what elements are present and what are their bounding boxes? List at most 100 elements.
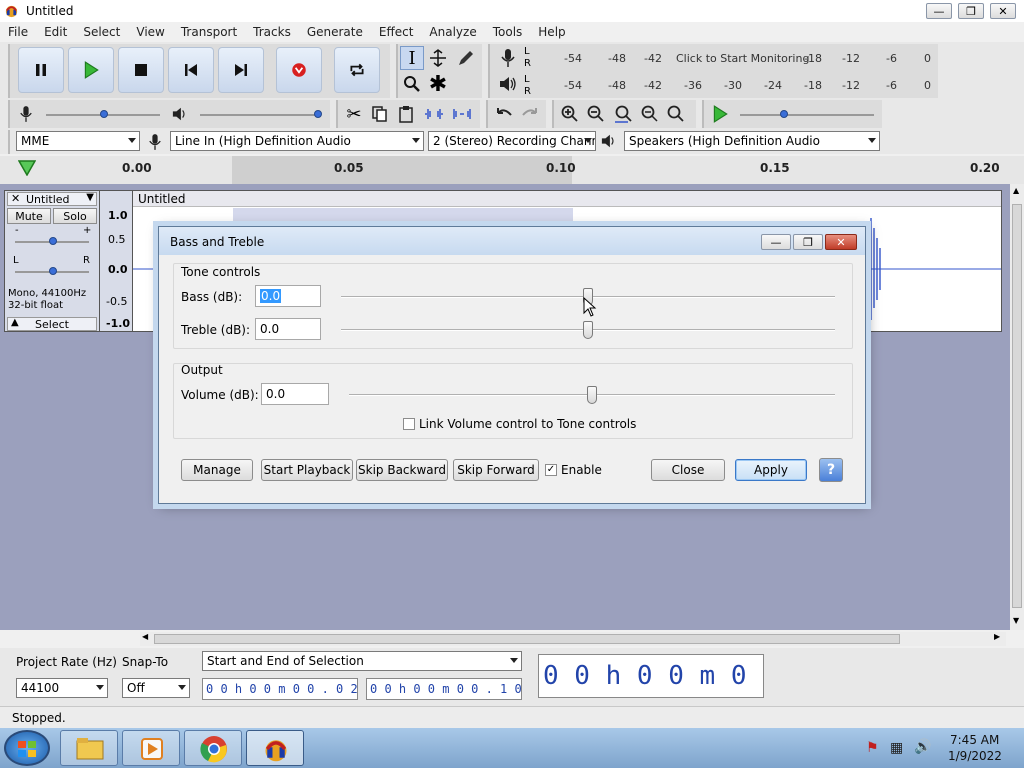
dialog-maximize-button[interactable]: ❐ — [793, 234, 823, 250]
play-at-speed-button[interactable] — [708, 102, 732, 126]
fit-selection-button[interactable] — [612, 102, 636, 126]
clock-date[interactable]: 1/9/2022 — [948, 749, 1002, 763]
menu-tracks[interactable]: Tracks — [245, 25, 299, 39]
play-button[interactable] — [68, 47, 114, 93]
close-track-icon[interactable]: ✕ — [11, 192, 20, 205]
dialog-close-text-button[interactable]: Close — [651, 459, 725, 481]
skip-backward-button[interactable]: Skip Backward — [356, 459, 448, 481]
cut-button[interactable]: ✂ — [342, 102, 366, 126]
taskbar-audacity[interactable] — [246, 730, 304, 766]
silence-button[interactable] — [450, 102, 474, 126]
play-head-icon[interactable] — [18, 160, 36, 176]
menu-select[interactable]: Select — [75, 25, 128, 39]
playback-volume-thumb[interactable] — [314, 110, 322, 118]
action-center-icon[interactable]: ⚑ — [866, 740, 879, 756]
playback-meter-button[interactable] — [496, 72, 520, 96]
record-meter[interactable]: -54 -48 -42 Click to Start Monitoring -1… — [536, 48, 936, 68]
volume-tray-icon[interactable]: 🔊 — [914, 739, 931, 755]
record-button[interactable] — [276, 47, 322, 93]
start-playback-button[interactable]: Start Playback — [261, 459, 353, 481]
dialog-minimize-button[interactable]: — — [761, 234, 791, 250]
horizontal-scroll-thumb[interactable] — [154, 634, 900, 644]
playback-volume-slider[interactable] — [200, 114, 318, 116]
menu-analyze[interactable]: Analyze — [421, 25, 484, 39]
treble-slider-thumb[interactable] — [583, 321, 593, 339]
skip-to-end-button[interactable] — [218, 47, 264, 93]
link-volume-label[interactable]: Link Volume control to Tone controls — [419, 417, 636, 431]
play-speed-slider[interactable] — [740, 114, 874, 116]
treble-input[interactable]: 0.0 — [255, 318, 321, 340]
gain-thumb[interactable] — [49, 237, 57, 245]
menu-tools[interactable]: Tools — [485, 25, 531, 39]
dialog-title-bar[interactable]: Bass and Treble — ❐ ✕ — [159, 227, 865, 255]
recording-channels-select[interactable]: 2 (Stereo) Recording Chann — [428, 131, 596, 151]
menu-effect[interactable]: Effect — [371, 25, 422, 39]
taskbar-media-player[interactable] — [122, 730, 180, 766]
clock-time[interactable]: 7:45 AM — [950, 733, 999, 747]
pan-thumb[interactable] — [49, 267, 57, 275]
skip-to-start-button[interactable] — [168, 47, 214, 93]
scroll-right-icon[interactable]: ▶ — [994, 632, 1000, 641]
taskbar-chrome[interactable] — [184, 730, 242, 766]
project-rate-select[interactable]: 44100 — [16, 678, 108, 698]
selection-end-time[interactable]: 0 0 h 0 0 m 0 0 . 1 0 3 s — [366, 678, 522, 700]
zoom-toggle-button[interactable] — [664, 102, 688, 126]
solo-button[interactable]: Solo — [53, 208, 97, 224]
multi-tool-button[interactable]: ✱ — [426, 72, 450, 97]
click-to-start-monitoring[interactable]: Click to Start Monitoring — [676, 52, 809, 65]
close-button[interactable]: ✕ — [990, 3, 1016, 19]
menu-file[interactable]: File — [0, 25, 36, 39]
redo-button[interactable] — [518, 102, 542, 126]
trim-button[interactable] — [422, 102, 446, 126]
draw-tool-button[interactable] — [454, 46, 478, 70]
track-name-menu[interactable]: ✕ Untitled ▼ — [7, 192, 97, 206]
recording-device-select[interactable]: Line In (High Definition Audio — [170, 131, 424, 151]
clip-title-bar[interactable]: Untitled — [133, 191, 1001, 207]
menu-transport[interactable]: Transport — [173, 25, 245, 39]
vertical-scroll-thumb[interactable] — [1012, 204, 1022, 608]
zoom-tool-button[interactable] — [400, 72, 424, 96]
menu-edit[interactable]: Edit — [36, 25, 75, 39]
minimize-button[interactable]: — — [926, 3, 952, 19]
skip-forward-button[interactable]: Skip Forward — [453, 459, 539, 481]
play-speed-thumb[interactable] — [780, 110, 788, 118]
taskbar-explorer[interactable] — [60, 730, 118, 766]
collapse-track-icon[interactable]: ▲ — [11, 317, 19, 328]
menu-view[interactable]: View — [128, 25, 172, 39]
apply-button[interactable]: Apply — [735, 459, 807, 481]
snap-to-select[interactable]: Off — [122, 678, 190, 698]
network-icon[interactable]: ▦ — [890, 740, 903, 756]
zoom-in-button[interactable] — [558, 102, 582, 126]
paste-button[interactable] — [394, 102, 418, 126]
enable-checkbox[interactable]: ✓ — [545, 464, 557, 476]
undo-button[interactable] — [492, 102, 516, 126]
vertical-scrollbar[interactable]: ▲ ▼ — [1010, 184, 1024, 630]
fit-project-button[interactable] — [638, 102, 662, 126]
copy-button[interactable] — [368, 102, 392, 126]
volume-slider-thumb[interactable] — [587, 386, 597, 404]
record-meter-button[interactable] — [496, 46, 520, 70]
link-volume-checkbox[interactable] — [403, 418, 415, 430]
pause-button[interactable] — [18, 47, 64, 93]
manage-button[interactable]: Manage — [181, 459, 253, 481]
start-button[interactable] — [4, 730, 50, 766]
stop-button[interactable] — [118, 47, 164, 93]
dialog-close-button[interactable]: ✕ — [825, 234, 857, 250]
scroll-up-icon[interactable]: ▲ — [1013, 186, 1019, 195]
selection-tool-button[interactable]: I — [400, 46, 424, 70]
scroll-down-icon[interactable]: ▼ — [1013, 616, 1019, 625]
enable-label[interactable]: Enable — [561, 463, 602, 477]
playback-device-select[interactable]: Speakers (High Definition Audio — [624, 131, 880, 151]
volume-input[interactable]: 0.0 — [261, 383, 329, 405]
zoom-out-button[interactable] — [584, 102, 608, 126]
track-select-button[interactable]: ▲ Select — [7, 317, 97, 331]
horizontal-scrollbar[interactable]: ◀ ▶ — [140, 632, 1006, 646]
recording-volume-thumb[interactable] — [100, 110, 108, 118]
audio-host-select[interactable]: MME — [16, 131, 140, 151]
mute-button[interactable]: Mute — [7, 208, 51, 224]
scroll-left-icon[interactable]: ◀ — [142, 632, 148, 641]
help-button[interactable]: ? — [819, 458, 843, 482]
maximize-button[interactable]: ❐ — [958, 3, 984, 19]
selection-mode-select[interactable]: Start and End of Selection — [202, 651, 522, 671]
timeline-ruler[interactable]: 0.00 0.05 0.10 0.15 0.20 — [0, 156, 1024, 184]
